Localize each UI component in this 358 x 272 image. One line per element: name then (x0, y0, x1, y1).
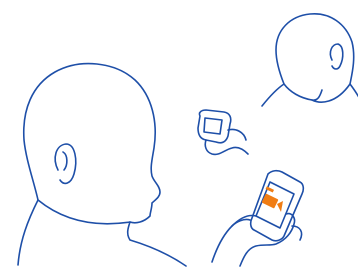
person-right (261, 13, 358, 107)
phone-middle-screen (203, 117, 223, 135)
phone-middle-body (197, 109, 232, 144)
person-left-head-outline (17, 62, 187, 267)
person-left-ear-inner (62, 151, 68, 171)
person-left-ear (54, 143, 77, 185)
video-call-illustration (17, 13, 358, 267)
person-right-jaw (283, 83, 323, 101)
phone-front-body (249, 169, 305, 242)
phone-middle (197, 109, 249, 156)
person-left (17, 62, 187, 267)
illustration-canvas (0, 0, 358, 272)
person-left-jaw (37, 199, 131, 225)
phone-front-finger (231, 218, 251, 227)
phone-front (211, 169, 305, 267)
phone-middle-thumb (227, 128, 247, 141)
phone-middle-hand (204, 139, 249, 156)
video-camera-icon (261, 186, 283, 212)
person-right-ear (329, 43, 344, 70)
